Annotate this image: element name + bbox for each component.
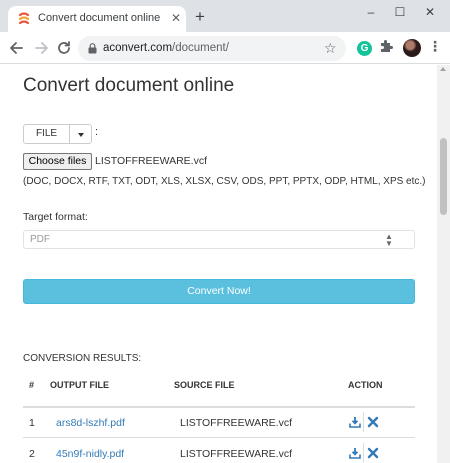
- selected-file-name: LISTOFFREEWARE.vcf: [95, 155, 208, 167]
- grammarly-extension-icon[interactable]: G: [357, 41, 372, 56]
- column-header-output-file: OUTPUT FILE: [50, 380, 109, 390]
- page-title: Convert document online: [23, 75, 235, 96]
- address-bar[interactable]: aconvert.com/document/ ☆: [78, 36, 346, 61]
- chevron-down-icon[interactable]: [69, 124, 92, 144]
- browser-tab[interactable]: Convert document online ✕: [8, 6, 186, 32]
- conversion-results-title: CONVERSION RESULTS:: [23, 353, 142, 364]
- download-icon[interactable]: [349, 416, 361, 428]
- column-header-number: #: [29, 380, 35, 390]
- action-divider: [363, 412, 364, 432]
- back-arrow-icon[interactable]: [6, 37, 28, 59]
- content-card: Convert document online FILE : Choose fi…: [0, 65, 437, 463]
- tab-title: Convert document online: [38, 12, 161, 24]
- url-domain: aconvert.com: [103, 42, 173, 54]
- scrollbar-thumb[interactable]: [440, 138, 447, 215]
- tab-strip: Convert document online ✕ + – ☐ ✕: [0, 0, 450, 32]
- target-format-label: Target format:: [23, 211, 88, 223]
- table-row: 2 45n9f-nidly.pdf LISTOFFREEWARE.vcf: [23, 439, 415, 463]
- delete-icon[interactable]: [367, 447, 379, 459]
- column-header-action: ACTION: [348, 380, 383, 390]
- file-source-colon: :: [95, 126, 99, 138]
- url-path: /document/: [172, 42, 229, 54]
- source-file-name: LISTOFFREEWARE.vcf: [180, 417, 293, 429]
- scroll-up-icon[interactable]: [440, 67, 446, 71]
- browser-toolbar: aconvert.com/document/ ☆ G ⋮: [0, 32, 450, 64]
- tab-close-icon[interactable]: ✕: [168, 10, 184, 26]
- lock-icon[interactable]: [88, 43, 97, 54]
- row-number: 2: [29, 448, 35, 460]
- target-format-value: PDF: [30, 234, 50, 245]
- close-window-button[interactable]: ✕: [416, 2, 444, 22]
- delete-icon[interactable]: [367, 416, 379, 428]
- action-divider: [363, 443, 364, 463]
- supported-formats-text: (DOC, DOCX, RTF, TXT, ODT, XLS, XLSX, CS…: [23, 176, 426, 187]
- minimize-button[interactable]: –: [357, 2, 385, 22]
- menu-dots-icon[interactable]: ⋮: [428, 38, 442, 55]
- output-file-link[interactable]: 45n9f-nidly.pdf: [56, 448, 124, 460]
- download-icon[interactable]: [349, 447, 361, 459]
- source-file-name: LISTOFFREEWARE.vcf: [180, 448, 293, 460]
- page-viewport: Convert document online FILE : Choose fi…: [0, 65, 450, 463]
- maximize-button[interactable]: ☐: [386, 2, 414, 22]
- new-tab-button[interactable]: +: [191, 8, 209, 26]
- output-file-link[interactable]: ars8d-lszhf.pdf: [56, 417, 125, 429]
- vertical-scrollbar[interactable]: [437, 65, 450, 463]
- star-icon[interactable]: ☆: [324, 40, 337, 57]
- url-text[interactable]: aconvert.com/document/: [103, 42, 229, 54]
- puzzle-icon[interactable]: [379, 39, 393, 53]
- row-number: 1: [29, 417, 35, 429]
- forward-arrow-icon[interactable]: [30, 37, 52, 59]
- aconvert-favicon-icon: [18, 12, 30, 25]
- choose-files-button[interactable]: Choose files: [23, 153, 92, 170]
- select-arrows-icon: ▲ ▼: [385, 232, 393, 248]
- avatar[interactable]: [403, 39, 421, 57]
- convert-now-button[interactable]: Convert Now!: [23, 279, 415, 304]
- column-header-source-file: SOURCE FILE: [174, 380, 235, 390]
- table-row: 1 ars8d-lszhf.pdf LISTOFFREEWARE.vcf: [23, 408, 415, 438]
- file-source-button[interactable]: FILE: [23, 124, 70, 144]
- reload-icon[interactable]: [53, 37, 75, 59]
- target-format-select[interactable]: PDF ▲ ▼: [23, 230, 415, 249]
